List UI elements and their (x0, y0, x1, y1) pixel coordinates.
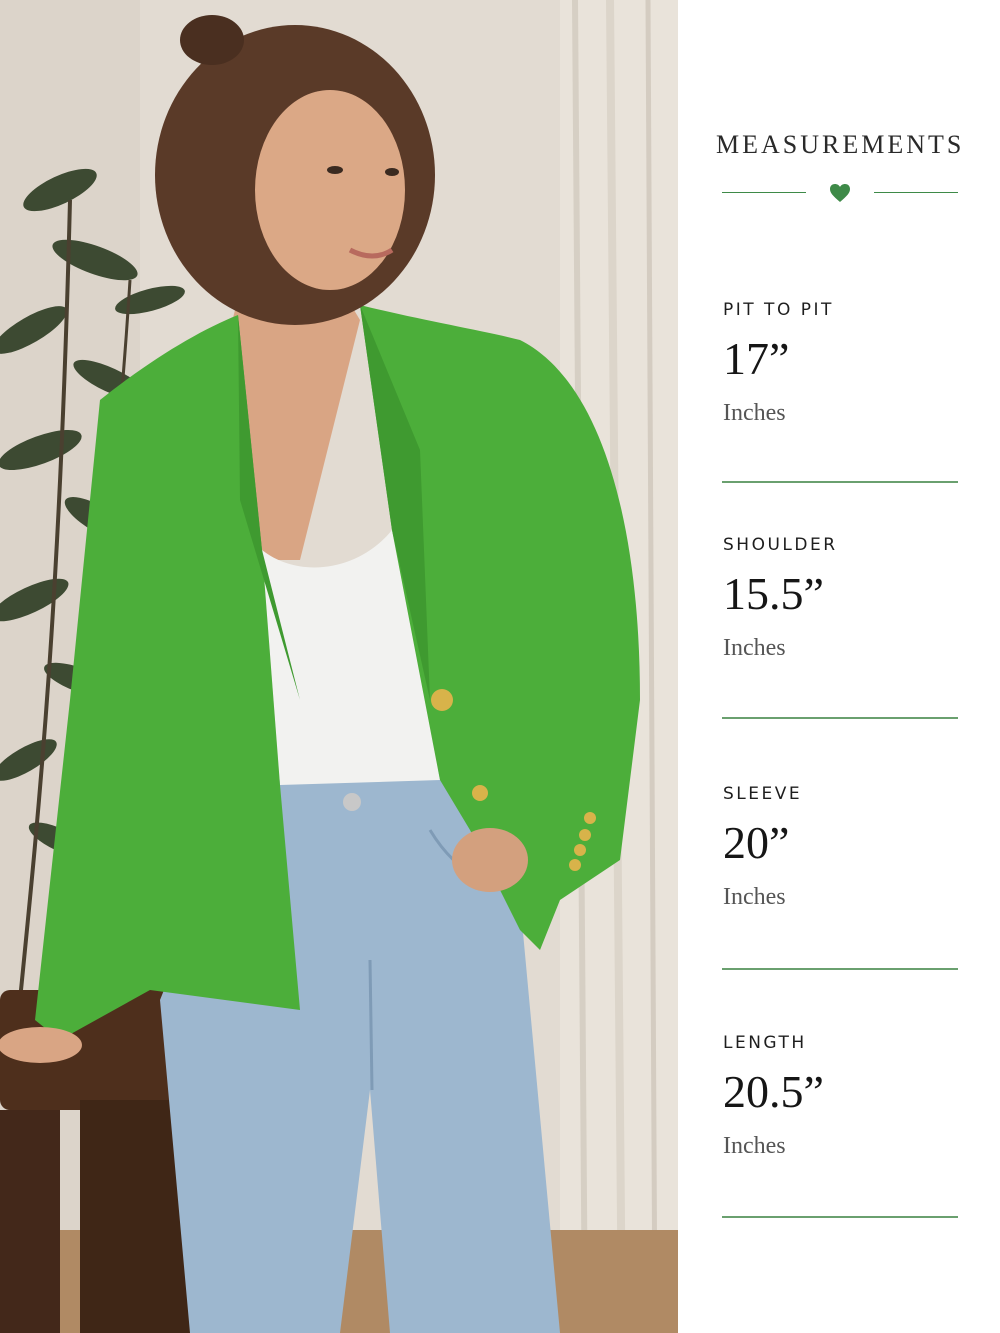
measurement-unit: Inches (723, 884, 786, 910)
measurement-length: LENGTH 20.5” Inches (723, 1033, 959, 1160)
divider (722, 717, 958, 719)
measurement-label: PIT TO PIT (723, 300, 834, 320)
measurement-label: SHOULDER (723, 535, 838, 555)
heart-icon (830, 184, 850, 202)
measurement-pit-to-pit: PIT TO PIT 17” Inches (723, 300, 959, 427)
divider (722, 968, 958, 970)
measurement-unit: Inches (723, 400, 786, 426)
measurement-unit: Inches (723, 1133, 786, 1159)
ornament-rule-right (874, 192, 958, 193)
divider (722, 481, 958, 483)
measurements-panel: MEASUREMENTS PIT TO PIT 17” Inches SHOUL… (678, 0, 1000, 1333)
measurement-label: LENGTH (723, 1033, 807, 1053)
measurement-value: 20.5” (723, 1066, 824, 1117)
panel-title: MEASUREMENTS (716, 130, 965, 159)
measurement-value: 17” (723, 333, 790, 384)
measurement-unit: Inches (723, 635, 786, 661)
measurement-sleeve: SLEEVE 20” Inches (723, 784, 959, 911)
product-photo (0, 0, 678, 1333)
measurement-value: 15.5” (723, 568, 824, 619)
title-ornament (722, 182, 958, 204)
gold-button (431, 689, 453, 711)
measurement-shoulder: SHOULDER 15.5” Inches (723, 535, 959, 662)
ornament-rule-left (722, 192, 806, 193)
measurement-value: 20” (723, 817, 790, 868)
measurement-label: SLEEVE (723, 784, 803, 804)
divider (722, 1216, 958, 1218)
